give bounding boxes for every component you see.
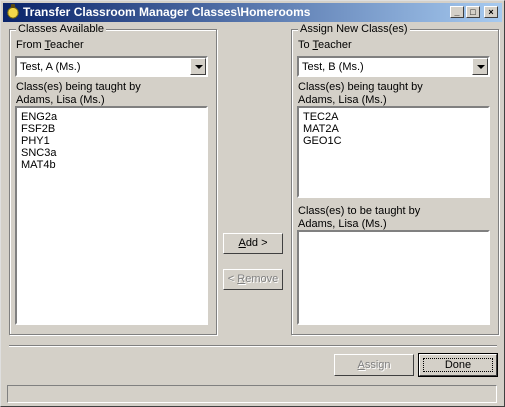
to-classes-list[interactable]: TEC2A MAT2A GEO1C xyxy=(297,106,490,198)
to-teacher-label: To Teacher xyxy=(298,39,352,51)
from-teacher-value: Test, A (Ms.) xyxy=(20,61,81,73)
assign-new-classes-title: Assign New Class(es) xyxy=(298,23,410,35)
minimize-button[interactable]: _ xyxy=(450,6,464,18)
list-item[interactable]: MAT4b xyxy=(21,159,202,171)
to-teacher-select[interactable]: Test, B (Ms.) xyxy=(297,56,490,77)
separator xyxy=(9,345,497,347)
from-teacher-label: From Teacher xyxy=(16,39,84,51)
list-item[interactable]: TEC2A xyxy=(303,111,484,123)
close-button[interactable]: × xyxy=(484,6,498,18)
remove-button[interactable]: < Remove xyxy=(223,269,283,290)
to-be-taught-label: Class(es) to be taught by Adams, Lisa (M… xyxy=(298,205,421,230)
window-title: Transfer Classroom Manager Classes\Homer… xyxy=(23,5,311,19)
from-classes-list[interactable]: ENG2a FSF2B PHY1 SNC3a MAT4b xyxy=(15,106,208,325)
classes-available-title: Classes Available xyxy=(16,23,107,35)
list-item[interactable]: SNC3a xyxy=(21,147,202,159)
maximize-button[interactable]: □ xyxy=(466,6,480,18)
done-button[interactable]: Done xyxy=(418,353,498,377)
focus-rect xyxy=(423,358,493,372)
list-item[interactable]: GEO1C xyxy=(303,135,484,147)
chevron-down-icon[interactable] xyxy=(472,58,488,75)
chevron-down-icon[interactable] xyxy=(190,58,206,75)
to-be-taught-list[interactable] xyxy=(297,230,490,325)
list-item[interactable]: MAT2A xyxy=(303,123,484,135)
assign-button[interactable]: Assign xyxy=(334,354,414,376)
add-button[interactable]: Add > xyxy=(223,233,283,254)
list-item[interactable]: ENG2a xyxy=(21,111,202,123)
title-bar[interactable]: Transfer Classroom Manager Classes\Homer… xyxy=(3,3,502,22)
left-taught-by-label: Class(es) being taught by Adams, Lisa (M… xyxy=(16,81,141,106)
list-item[interactable]: FSF2B xyxy=(21,123,202,135)
to-teacher-value: Test, B (Ms.) xyxy=(302,61,364,73)
right-taught-by-label: Class(es) being taught by Adams, Lisa (M… xyxy=(298,81,423,106)
list-item[interactable]: PHY1 xyxy=(21,135,202,147)
app-icon xyxy=(6,4,20,19)
from-teacher-select[interactable]: Test, A (Ms.) xyxy=(15,56,208,77)
status-bar xyxy=(7,385,497,403)
transfer-dialog: Transfer Classroom Manager Classes\Homer… xyxy=(0,0,505,407)
